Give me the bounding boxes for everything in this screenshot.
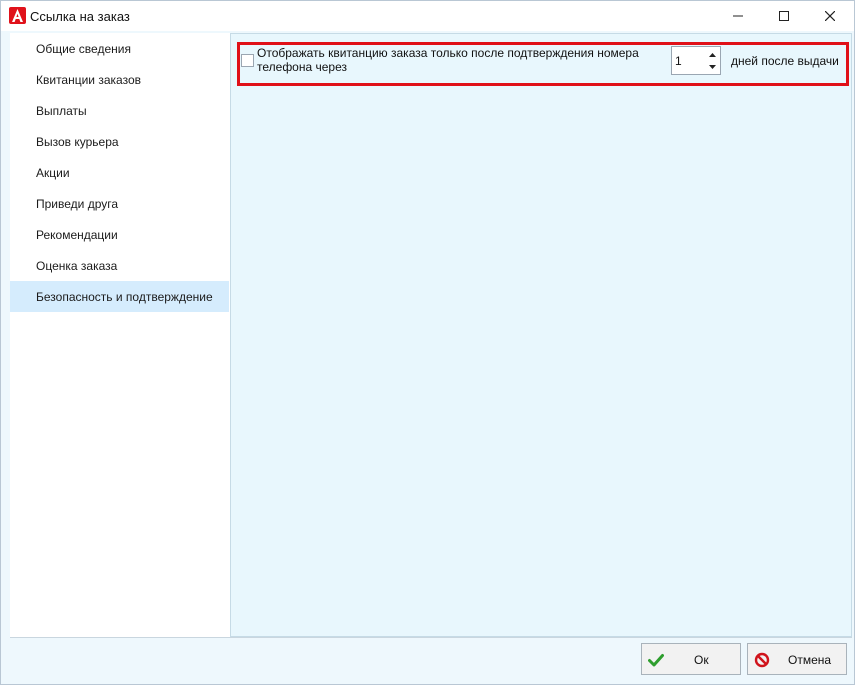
cancel-button[interactable]: Отмена xyxy=(747,643,847,675)
sidebar-item-label: Общие сведения xyxy=(36,41,131,56)
window-title: Ссылка на заказ xyxy=(30,9,130,24)
minimize-icon xyxy=(733,15,743,17)
arrow-down-icon xyxy=(708,65,716,69)
close-icon xyxy=(825,11,835,21)
sidebar-item-order-receipts[interactable]: Квитанции заказов xyxy=(10,64,229,95)
sidebar-item-promotions[interactable]: Акции xyxy=(10,157,229,188)
sidebar-item-label: Квитанции заказов xyxy=(36,72,141,87)
close-button[interactable] xyxy=(807,1,853,31)
sidebar-item-label: Оценка заказа xyxy=(36,258,118,273)
stepper-down-button[interactable] xyxy=(706,61,718,73)
sidebar-item-general[interactable]: Общие сведения xyxy=(10,33,229,64)
sidebar-item-label: Вызов курьера xyxy=(36,134,119,149)
maximize-icon xyxy=(779,11,789,21)
sidebar-item-label: Приведи друга xyxy=(36,196,119,211)
settings-sidebar: Общие сведения Квитанции заказов Выплаты… xyxy=(10,33,230,637)
sidebar-item-label: Выплаты xyxy=(36,103,87,118)
cancel-circle-icon xyxy=(754,652,770,668)
sidebar-item-recommendations[interactable]: Рекомендации xyxy=(10,219,229,250)
sidebar-item-courier-call[interactable]: Вызов курьера xyxy=(10,126,229,157)
settings-content-panel: Отображать квитанцию заказа только после… xyxy=(230,33,852,637)
checkmark-icon xyxy=(648,654,664,667)
footer-divider xyxy=(10,637,852,638)
sidebar-item-refer-friend[interactable]: Приведи друга xyxy=(10,188,229,219)
stepper-up-button[interactable] xyxy=(706,49,718,61)
sidebar-item-label: Акции xyxy=(36,165,70,180)
app-logo-icon xyxy=(9,7,26,24)
option-label: Отображать квитанцию заказа только после… xyxy=(257,46,639,74)
stepper-value[interactable]: 1 xyxy=(675,54,682,68)
ok-button-label: Ок xyxy=(694,653,709,667)
ok-button[interactable]: Ок xyxy=(641,643,741,675)
sidebar-item-order-rating[interactable]: Оценка заказа xyxy=(10,250,229,281)
cancel-button-label: Отмена xyxy=(788,653,832,667)
days-suffix-label: дней после выдачи xyxy=(731,54,839,68)
arrow-up-icon xyxy=(708,53,716,57)
days-stepper[interactable]: 1 xyxy=(671,46,721,75)
sidebar-item-payouts[interactable]: Выплаты xyxy=(10,95,229,126)
dialog-window: Ссылка на заказ Общие сведения Квитанции… xyxy=(0,0,855,685)
sidebar-item-label: Рекомендации xyxy=(36,227,118,242)
sidebar-item-security[interactable]: Безопасность и подтверждение xyxy=(10,281,229,312)
title-bar: Ссылка на заказ xyxy=(1,1,854,31)
sidebar-item-label: Безопасность и подтверждение xyxy=(36,289,213,304)
minimize-button[interactable] xyxy=(715,1,761,31)
maximize-button[interactable] xyxy=(761,1,807,31)
show-receipt-after-confirmation-checkbox[interactable] xyxy=(241,54,254,67)
